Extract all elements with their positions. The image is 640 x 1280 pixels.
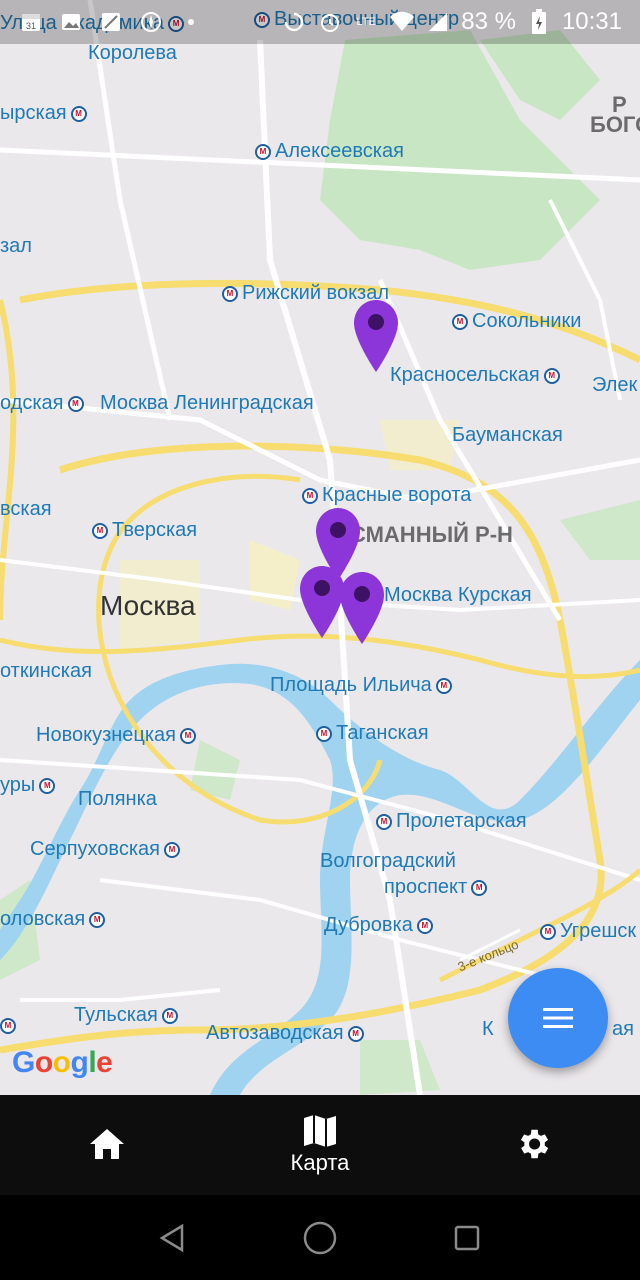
dot-icon (178, 9, 204, 35)
gear-icon (521, 1129, 549, 1159)
metro-label: Новокузнецкая M (36, 724, 196, 747)
metro-label: одская M (0, 392, 84, 415)
metro-label: К (482, 1018, 494, 1040)
signal-icon (425, 9, 451, 35)
map-marker[interactable] (354, 300, 398, 372)
map-view[interactable]: Улица Академика M M Выставочный центр Коро… (0, 0, 640, 1095)
metro-label: M (0, 1018, 16, 1034)
metro-label: уры M (0, 774, 56, 797)
metro-label: откинская (0, 660, 92, 682)
map-icon (303, 1115, 336, 1147)
metro-label: Королева (88, 42, 177, 64)
battery-percent: 83 % (461, 8, 516, 35)
home-icon (89, 1129, 124, 1159)
metro-label: Дубровка M (324, 914, 433, 937)
metro-label: проспект M (384, 876, 488, 899)
status-bar: 31 LTE 83 % 10:31 (0, 0, 640, 44)
metro-label: M Алексеевская (255, 140, 404, 163)
nav-settings[interactable] (427, 1125, 640, 1165)
district-label: СМАННЫЙ Р-Н (350, 522, 513, 547)
image-icon (58, 9, 84, 35)
metro-label: Автозаводская M (206, 1022, 364, 1045)
metro-label: Бауманская (452, 424, 563, 446)
system-back-button[interactable] (143, 1208, 203, 1268)
system-recents-button[interactable] (437, 1208, 497, 1268)
alarm-icon (317, 9, 343, 35)
metro-label: зал (0, 235, 32, 257)
nav-map[interactable]: Карта (213, 1114, 426, 1176)
menu-icon (543, 1008, 573, 1028)
metro-label: Красносельская M (390, 364, 560, 387)
metro-label: M Красные ворота (302, 484, 471, 507)
city-label: Москва (100, 590, 196, 621)
metro-label: Тульская M (74, 1004, 178, 1027)
metro-label: Волгоградский (320, 850, 456, 872)
volte-icon: LTE (353, 9, 379, 35)
menu-fab-button[interactable] (508, 968, 608, 1068)
svg-text:31: 31 (26, 21, 36, 31)
system-navigation-bar (0, 1195, 640, 1280)
metro-label: Элек (592, 374, 638, 396)
metro-label: вская (0, 498, 52, 520)
metro-label: M Таганская (316, 722, 429, 745)
gallery-icon (98, 9, 124, 35)
wifi-icon (389, 9, 415, 35)
metro-label: ырская M (0, 102, 87, 125)
metro-label: Площадь Ильича M (270, 674, 452, 697)
metro-label: Полянка (78, 788, 157, 810)
compass-icon (138, 9, 164, 35)
metro-label: ая (612, 1018, 634, 1040)
metro-label: M Пролетарская (376, 810, 527, 833)
sync-icon (281, 9, 307, 35)
home-circle-icon (303, 1221, 337, 1254)
recents-icon (454, 1225, 479, 1250)
map-marker[interactable] (340, 572, 384, 644)
system-home-button[interactable] (290, 1208, 350, 1268)
nav-map-label: Карта (290, 1150, 350, 1175)
battery-icon (526, 9, 552, 35)
map-marker[interactable] (300, 566, 344, 638)
district-label: БОГО (590, 112, 640, 137)
metro-label: оловская M (0, 908, 106, 931)
clock: 10:31 (561, 8, 622, 35)
nav-home[interactable] (0, 1127, 213, 1163)
google-logo: Google (12, 1046, 113, 1079)
metro-label: M Сокольники (452, 310, 581, 333)
back-icon (159, 1223, 184, 1252)
metro-label: Серпуховская M (30, 838, 180, 861)
metro-label: Москва Курская (384, 584, 532, 606)
metro-label: Москва Ленинградская (100, 392, 314, 414)
calendar-icon: 31 (18, 9, 44, 35)
network-type: LTE (356, 15, 376, 28)
metro-label: M Тверская (92, 519, 197, 542)
bottom-navigation: Карта (0, 1095, 640, 1195)
metro-label: M Угрешск (540, 920, 636, 943)
